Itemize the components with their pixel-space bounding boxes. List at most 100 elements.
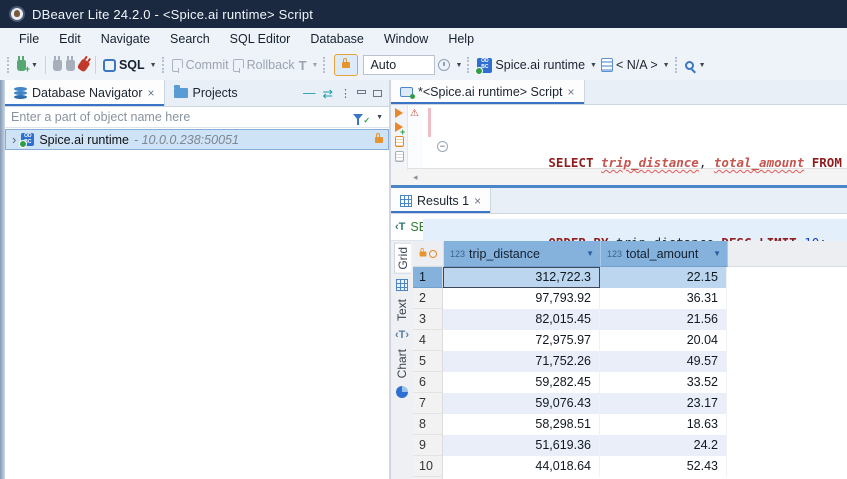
sort-desc-icon[interactable]: ▼ [713,249,721,258]
row-number[interactable]: 3 [413,309,443,330]
active-connection-selector[interactable]: ODBC Spice.ai runtime ▼ [477,58,597,73]
cell-total-amount[interactable]: 23.17 [600,393,727,414]
active-schema-selector[interactable]: < N/A > ▼ [601,58,670,72]
chevron-down-icon[interactable]: ▼ [455,62,462,69]
view-menu-icon[interactable]: ⋮ [340,87,350,100]
row-number[interactable]: 9 [413,435,443,456]
cell-trip-distance[interactable]: 71,752.26 [443,351,600,372]
table-row[interactable]: 5 71,752.26 49.57 [413,351,847,372]
filter-funnel-icon[interactable] [353,114,363,120]
tab-database-navigator[interactable]: Database Navigator × [5,80,165,106]
cell-total-amount[interactable]: 49.57 [600,351,727,372]
chevron-down-icon[interactable]: ▼ [590,62,597,69]
table-row[interactable]: 8 58,298.51 18.63 [413,414,847,435]
chevron-down-icon[interactable]: ▼ [699,62,706,69]
cell-total-amount[interactable]: 18.63 [600,414,727,435]
table-row[interactable]: 6 59,282.45 33.52 [413,372,847,393]
execute-new-tab-icon[interactable] [395,122,403,132]
cell-total-amount[interactable]: 36.31 [600,288,727,309]
table-row[interactable]: 4 72,975.97 20.04 [413,330,847,351]
column-header-total-amount[interactable]: 123 total_amount ▼ [601,241,728,267]
row-number[interactable]: 4 [413,330,443,351]
column-header-trip-distance[interactable]: 123 trip_distance ▼ [444,241,601,267]
cell-trip-distance[interactable]: 82,015.45 [443,309,600,330]
title-bar[interactable]: DBeaver Lite 24.2.0 - <Spice.ai runtime>… [0,0,847,28]
cell-total-amount[interactable]: 20.04 [600,330,727,351]
search-button[interactable]: ▼ [685,61,706,70]
minimize-view-icon[interactable] [357,90,366,94]
commit-mode-combo[interactable]: Auto ▼ [363,55,462,75]
tab-sql-script[interactable]: *<Spice.ai runtime> Script × [391,80,585,104]
script-icon[interactable] [395,151,404,162]
chart-pie-icon[interactable] [396,386,408,398]
cell-trip-distance[interactable]: 59,076.43 [443,393,600,414]
menu-database[interactable]: Database [301,30,373,48]
table-row[interactable]: 9 51,619.36 24.2 [413,435,847,456]
menu-help[interactable]: Help [439,30,483,48]
tab-projects[interactable]: Projects [165,80,247,106]
row-number[interactable]: 1 [413,267,443,288]
fold-collapse-icon[interactable]: − [437,141,448,152]
code-line-1[interactable]: −SELECT trip_distance, total_amount FROM… [423,139,847,187]
cell-total-amount[interactable]: 52.43 [600,456,727,477]
execute-statement-icon[interactable] [395,108,403,118]
grid-view-icon[interactable] [396,279,408,291]
execute-script-icon[interactable] [395,136,404,147]
sql-code-editor[interactable]: ⚠ −SELECT trip_distance, total_amount FR… [391,105,847,168]
table-row[interactable]: 10 44,018.64 52.43 [413,456,847,477]
object-filter-input[interactable]: Enter a part of object name here ✓ ▼ [5,107,389,128]
close-icon[interactable]: × [147,86,154,100]
close-icon[interactable]: × [568,85,575,99]
reconnect-button[interactable] [66,60,75,71]
row-number[interactable]: 8 [413,414,443,435]
menu-navigate[interactable]: Navigate [92,30,159,48]
table-row[interactable]: 3 82,015.45 21.56 [413,309,847,330]
row-number[interactable]: 2 [413,288,443,309]
scroll-left-arrow-icon[interactable]: ◂ [413,172,418,183]
cell-total-amount[interactable]: 33.52 [600,372,727,393]
cell-trip-distance[interactable]: 58,298.51 [443,414,600,435]
cell-total-amount[interactable]: 22.15 [600,267,727,288]
connect-button[interactable] [53,60,62,71]
collapse-all-icon[interactable]: — [303,86,316,100]
tab-text[interactable]: Text [394,296,410,324]
menu-search[interactable]: Search [161,30,219,48]
chevron-down-icon[interactable]: ▼ [376,114,383,121]
sort-desc-icon[interactable]: ▼ [586,249,594,258]
chevron-down-icon[interactable]: ▼ [663,62,670,69]
tree-item-connection[interactable]: › ODBC Spice.ai runtime - 10.0.0.238:500… [5,129,389,150]
transaction-log-button[interactable]: T ▼ [299,58,319,73]
disconnect-button[interactable] [79,60,88,71]
toolbar-drag-handle[interactable] [7,57,12,73]
tab-grid[interactable]: Grid [394,243,411,274]
cell-trip-distance[interactable]: 97,793.92 [443,288,600,309]
chevron-down-icon[interactable]: ▼ [31,62,38,69]
table-row[interactable]: 1 312,722.3 22.15 [413,267,847,288]
row-number[interactable]: 6 [413,372,443,393]
link-with-editor-icon[interactable]: ⇄ [323,86,333,101]
cell-trip-distance[interactable]: 44,018.64 [443,456,600,477]
autocommit-lock-toggle[interactable] [334,54,358,76]
chevron-down-icon[interactable]: ▼ [150,62,157,69]
cell-total-amount[interactable]: 21.56 [600,309,727,330]
history-clock-icon[interactable] [438,59,450,71]
table-row[interactable]: 7 59,076.43 23.17 [413,393,847,414]
rollback-button[interactable]: Rollback [233,58,295,72]
row-number[interactable]: 7 [413,393,443,414]
menu-edit[interactable]: Edit [50,30,90,48]
menu-window[interactable]: Window [375,30,437,48]
grid-corner-cell[interactable] [413,241,444,267]
cell-trip-distance[interactable]: 59,282.45 [443,372,600,393]
tab-chart[interactable]: Chart [394,346,410,381]
expander-chevron-icon[interactable]: › [12,132,16,147]
text-view-icon[interactable]: ‹T› [395,329,409,341]
maximize-view-icon[interactable] [373,90,382,97]
cell-trip-distance[interactable]: 51,619.36 [443,435,600,456]
sql-editor-button[interactable]: SQL ▼ [103,58,157,72]
cell-trip-distance[interactable]: 72,975.97 [443,330,600,351]
menu-sql-editor[interactable]: SQL Editor [221,30,300,48]
new-connection-button[interactable]: + ▼ [17,60,38,71]
commit-button[interactable]: Commit [172,58,229,72]
row-number[interactable]: 5 [413,351,443,372]
row-number[interactable]: 10 [413,456,443,477]
